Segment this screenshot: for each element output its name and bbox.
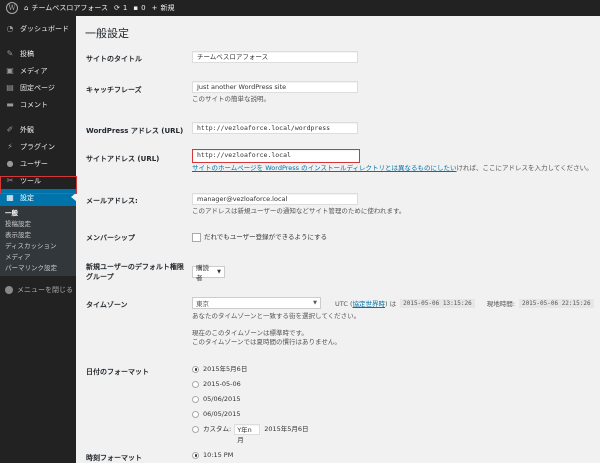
submenu-discussion[interactable]: ディスカッション: [0, 241, 76, 252]
utc-link[interactable]: 協定世界時: [353, 300, 386, 308]
radio[interactable]: [192, 380, 199, 388]
default-role-label: 新規ユーザーのデフォルト権限 グループ: [86, 263, 184, 281]
pin-icon: ✎: [6, 49, 14, 58]
site-title-label: サイトのタイトル: [86, 55, 142, 63]
date-option-1[interactable]: 2015年5月6日: [192, 362, 309, 377]
default-role-select[interactable]: 購読者 ▼: [192, 264, 225, 282]
submenu-media[interactable]: メディア: [0, 252, 76, 263]
comment-icon: ▬: [6, 100, 14, 109]
wordpress-logo[interactable]: W: [6, 2, 18, 14]
radio[interactable]: [192, 410, 199, 418]
admin-sidebar: ◔ ダッシュボード ✎ 投稿 ▣ メディア ▤ 固定ページ ▬ コメント ✐ 外観 ⚡ プラグ…: [0, 16, 76, 463]
user-icon: ●: [6, 159, 14, 168]
menu-users[interactable]: ● ユーザー: [0, 155, 76, 172]
wp-address-label: WordPress アドレス (URL): [86, 127, 184, 135]
media-icon: ▣: [6, 66, 14, 75]
home-icon: ⌂: [24, 4, 29, 12]
local-time-label: 現地時間:: [486, 300, 515, 308]
custom-date-format-input[interactable]: Y年n月: [234, 424, 261, 444]
main-content: 一般設定 サイトのタイトル チームベスロアフォース キャッチフレーズ Just …: [76, 16, 600, 463]
comments-link[interactable]: ▪ 0: [133, 4, 145, 12]
site-address-label: サイトアドレス (URL): [86, 155, 160, 163]
site-name-link[interactable]: ⌂ チームベスロアフォース: [24, 3, 108, 13]
email-description: このアドレスは新規ユーザーの通知などサイト管理のために使われます。: [192, 207, 406, 215]
dst-info-line1: 現在のこのタイムゾーンは標準時です。: [192, 329, 308, 337]
collapse-icon: [5, 286, 13, 294]
chevron-down-icon: ▼: [313, 300, 317, 306]
new-content-link[interactable]: + 新規: [152, 3, 175, 13]
date-option-custom[interactable]: カスタム: Y年n月 2015年5月6日: [192, 422, 309, 444]
updates-link[interactable]: ⟳ 1: [114, 4, 127, 12]
menu-dashboard[interactable]: ◔ ダッシュボード: [0, 20, 76, 37]
utc-time: 2015-05-06 13:15:26: [400, 298, 475, 308]
date-option-3[interactable]: 05/06/2015: [192, 392, 309, 407]
menu-tools[interactable]: ✂ ツール: [0, 172, 76, 189]
time-option-1[interactable]: 10:15 PM: [192, 448, 233, 463]
settings-icon: ▦: [6, 193, 14, 202]
timezone-description: あなたのタイムゾーンと一致する街を選択してください。: [192, 312, 361, 320]
tagline-label: キャッチフレーズ: [86, 86, 142, 94]
settings-submenu: 一般 投稿設定 表示設定 ディスカッション メディア パーマリンク設定: [0, 206, 76, 276]
membership-option: だれでもユーザー登録ができるようにする: [192, 231, 327, 242]
custom-date-preview: 2015年5月6日: [264, 425, 309, 433]
menu-posts[interactable]: ✎ 投稿: [0, 45, 76, 62]
menu-pages[interactable]: ▤ 固定ページ: [0, 79, 76, 96]
local-time: 2015-05-06 22:15:26: [518, 298, 594, 308]
site-address-description: サイトのホームページを WordPress のインストールディレクトリとは異なる…: [192, 164, 593, 172]
radio[interactable]: [192, 395, 199, 403]
wp-address-input[interactable]: http://vezloaforce.local/wordpress: [192, 122, 358, 134]
site-title-input[interactable]: チームベスロアフォース: [192, 51, 358, 63]
site-address-help-link[interactable]: サイトのホームページを WordPress のインストールディレクトリとは異なる…: [192, 164, 457, 172]
submenu-reading[interactable]: 表示設定: [0, 230, 76, 241]
submenu-general[interactable]: 一般: [0, 208, 76, 219]
chevron-down-icon: ▼: [217, 269, 221, 275]
tagline-description: このサイトの簡単な説明。: [192, 95, 270, 103]
comment-icon: ▪: [133, 4, 139, 12]
page-icon: ▤: [6, 83, 14, 92]
time-format-label: 時刻フォーマット: [86, 454, 142, 462]
site-address-input[interactable]: http://vezloaforce.local: [192, 149, 360, 163]
dst-info-line2: このタイムゾーンでは夏時間の慣行はありません。: [192, 338, 341, 346]
date-format-label: 日付のフォーマット: [86, 368, 149, 376]
wrench-icon: ✂: [6, 176, 14, 185]
timezone-select[interactable]: 東京 ▼: [192, 297, 321, 309]
plug-icon: ⚡: [7, 142, 13, 151]
plus-icon: +: [151, 4, 158, 12]
admin-bar: W ⌂ チームベスロアフォース ⟳ 1 ▪ 0 + 新規: [0, 0, 600, 16]
email-label: メールアドレス:: [86, 197, 138, 205]
page-title: 一般設定: [85, 27, 129, 40]
membership-label: メンバーシップ: [86, 234, 135, 242]
email-input[interactable]: manager@vezloaforce.local: [192, 193, 358, 205]
submenu-writing[interactable]: 投稿設定: [0, 219, 76, 230]
menu-settings[interactable]: ▦ 設定: [0, 189, 76, 206]
membership-checkbox[interactable]: [192, 232, 201, 242]
date-option-2[interactable]: 2015-05-06: [192, 377, 309, 392]
brush-icon: ✐: [6, 125, 14, 134]
submenu-permalink[interactable]: パーマリンク設定: [0, 263, 76, 274]
radio-selected[interactable]: [192, 451, 199, 459]
date-option-4[interactable]: 06/05/2015: [192, 407, 309, 422]
timezone-row: 東京 ▼ UTC (協定世界時) は 2015-05-06 13:15:26 現地…: [192, 297, 594, 309]
date-format-options: 2015年5月6日 2015-05-06 05/06/2015 06/05/20…: [192, 362, 309, 444]
timezone-label: タイムゾーン: [86, 301, 128, 309]
menu-plugins[interactable]: ⚡ プラグイン: [0, 138, 76, 155]
radio[interactable]: [192, 426, 199, 433]
wordpress-icon: W: [6, 2, 18, 14]
updates-icon: ⟳: [114, 4, 120, 12]
collapse-menu-button[interactable]: メニューを閉じる: [0, 282, 76, 298]
tagline-input[interactable]: Just another WordPress site: [192, 81, 358, 93]
menu-appearance[interactable]: ✐ 外観: [0, 121, 76, 138]
menu-media[interactable]: ▣ メディア: [0, 62, 76, 79]
menu-comments[interactable]: ▬ コメント: [0, 96, 76, 113]
dashboard-icon: ◔: [6, 24, 14, 33]
radio-selected[interactable]: [192, 365, 199, 373]
